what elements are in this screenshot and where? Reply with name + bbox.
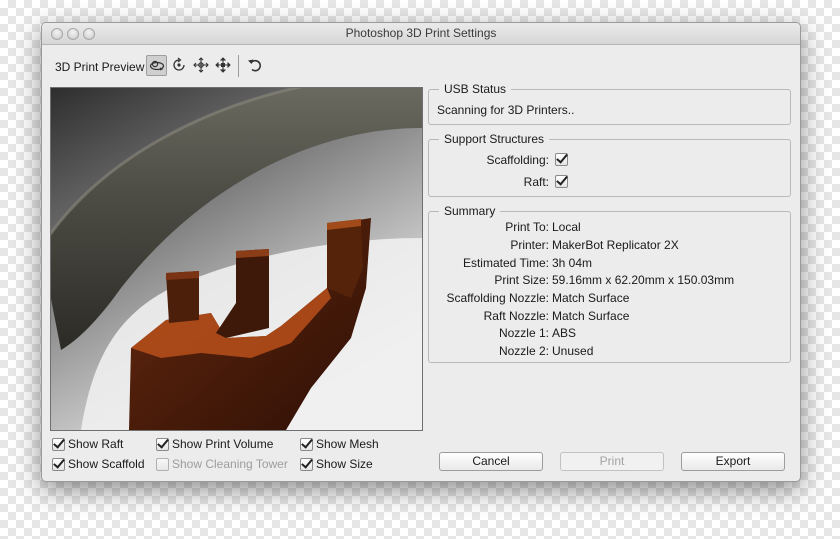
pan-3d-icon <box>193 57 209 73</box>
show-size-option[interactable]: Show Size <box>300 457 373 471</box>
support-structures-title: Support Structures <box>439 132 550 146</box>
show-mesh-option[interactable]: Show Mesh <box>300 437 379 451</box>
print-to-value: Local <box>552 220 581 234</box>
raft-nozzle-label: Raft Nozzle: <box>483 309 549 323</box>
summary-group: Summary Print To: Local Printer: MakerBo… <box>428 204 791 363</box>
show-raft-label: Show Raft <box>68 437 124 451</box>
nozzle-2-label: Nozzle 2: <box>498 344 549 358</box>
raft-label: Raft: <box>523 175 549 189</box>
show-print-volume-checkbox[interactable] <box>156 437 169 451</box>
orbit-3d-icon <box>149 60 164 70</box>
preview-label: 3D Print Preview <box>55 60 145 74</box>
show-raft-checkbox[interactable] <box>52 437 65 451</box>
usb-status-text: Scanning for 3D Printers.. <box>437 103 575 117</box>
print-button: Print <box>560 452 664 471</box>
nozzle-1-value: ABS <box>552 326 577 340</box>
cancel-button[interactable]: Cancel <box>439 452 543 471</box>
scaffolding-label: Scaffolding: <box>486 153 550 167</box>
title-bar: Photoshop 3D Print Settings <box>42 23 800 45</box>
show-scaffold-checkbox[interactable] <box>52 457 65 471</box>
roll-3d-icon <box>173 57 185 71</box>
show-raft-option[interactable]: Show Raft <box>52 437 123 451</box>
show-cleaning-tower-option: Show Cleaning Tower <box>156 457 288 471</box>
show-cleaning-tower-label: Show Cleaning Tower <box>172 457 288 471</box>
printer-value: MakerBot Replicator 2X <box>552 238 679 252</box>
print-settings-window: Photoshop 3D Print Settings 3D Print Pre… <box>41 22 801 482</box>
estimated-time-label: Estimated Time: <box>462 256 549 270</box>
export-button[interactable]: Export <box>681 452 785 471</box>
show-mesh-checkbox[interactable] <box>300 437 313 451</box>
show-scaffold-label: Show Scaffold <box>68 457 145 471</box>
nozzle-1-label: Nozzle 1: <box>498 326 549 340</box>
scaffolding-nozzle-value: Match Surface <box>552 291 630 305</box>
support-structures-group: Support Structures Scaffolding: Raft: <box>428 132 791 197</box>
raft-nozzle-value: Match Surface <box>552 309 630 323</box>
scaffolding-nozzle-label: Scaffolding Nozzle: <box>446 291 549 305</box>
usb-status-title: USB Status <box>439 82 512 96</box>
show-cleaning-tower-checkbox <box>156 457 169 471</box>
estimated-time-value: 3h 04m <box>552 256 593 270</box>
3d-model-render <box>51 88 422 430</box>
summary-title: Summary <box>439 204 501 218</box>
show-print-volume-label: Show Print Volume <box>172 437 274 451</box>
printer-label: Printer: <box>510 238 549 252</box>
show-size-label: Show Size <box>316 457 373 471</box>
slide-3d-tool[interactable] <box>213 55 233 75</box>
show-print-volume-option[interactable]: Show Print Volume <box>156 437 273 451</box>
show-mesh-label: Show Mesh <box>316 437 379 451</box>
print-size-label: Print Size: <box>494 273 549 287</box>
reset-view-tool[interactable] <box>245 55 265 75</box>
show-size-checkbox[interactable] <box>300 457 313 471</box>
usb-status-group: USB Status Scanning for 3D Printers.. <box>428 82 791 125</box>
roll-3d-tool[interactable] <box>169 55 189 75</box>
toolbar-divider <box>238 55 239 77</box>
raft-checkbox[interactable] <box>555 175 568 188</box>
show-scaffold-option[interactable]: Show Scaffold <box>52 457 145 471</box>
scaffolding-checkbox[interactable] <box>555 153 568 166</box>
pan-3d-tool[interactable] <box>191 55 211 75</box>
window-title: Photoshop 3D Print Settings <box>345 26 497 40</box>
print-size-value: 59.16mm x 62.20mm x 150.03mm <box>552 273 735 287</box>
3d-print-preview-viewport[interactable] <box>50 87 423 431</box>
nozzle-2-value: Unused <box>552 344 594 358</box>
print-to-label: Print To: <box>505 220 549 234</box>
orbit-3d-tool[interactable] <box>146 55 167 76</box>
reset-view-icon <box>248 59 261 72</box>
slide-3d-icon <box>215 57 231 73</box>
